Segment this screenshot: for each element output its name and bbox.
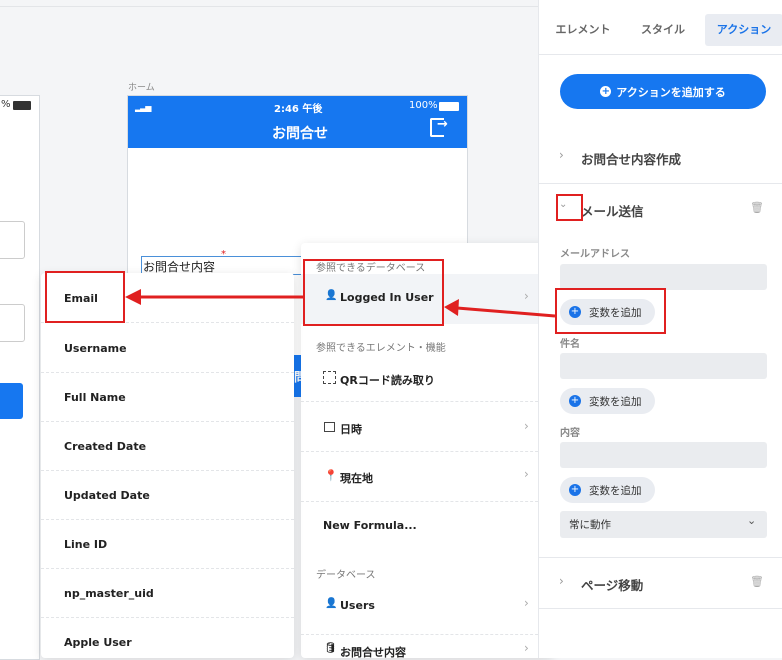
arrow-head-to-logged-in-user [444,299,459,316]
arrow-line-to-logged-in-user [456,306,556,318]
arrow-head-to-email [125,289,141,305]
annotation-arrows [125,289,556,318]
